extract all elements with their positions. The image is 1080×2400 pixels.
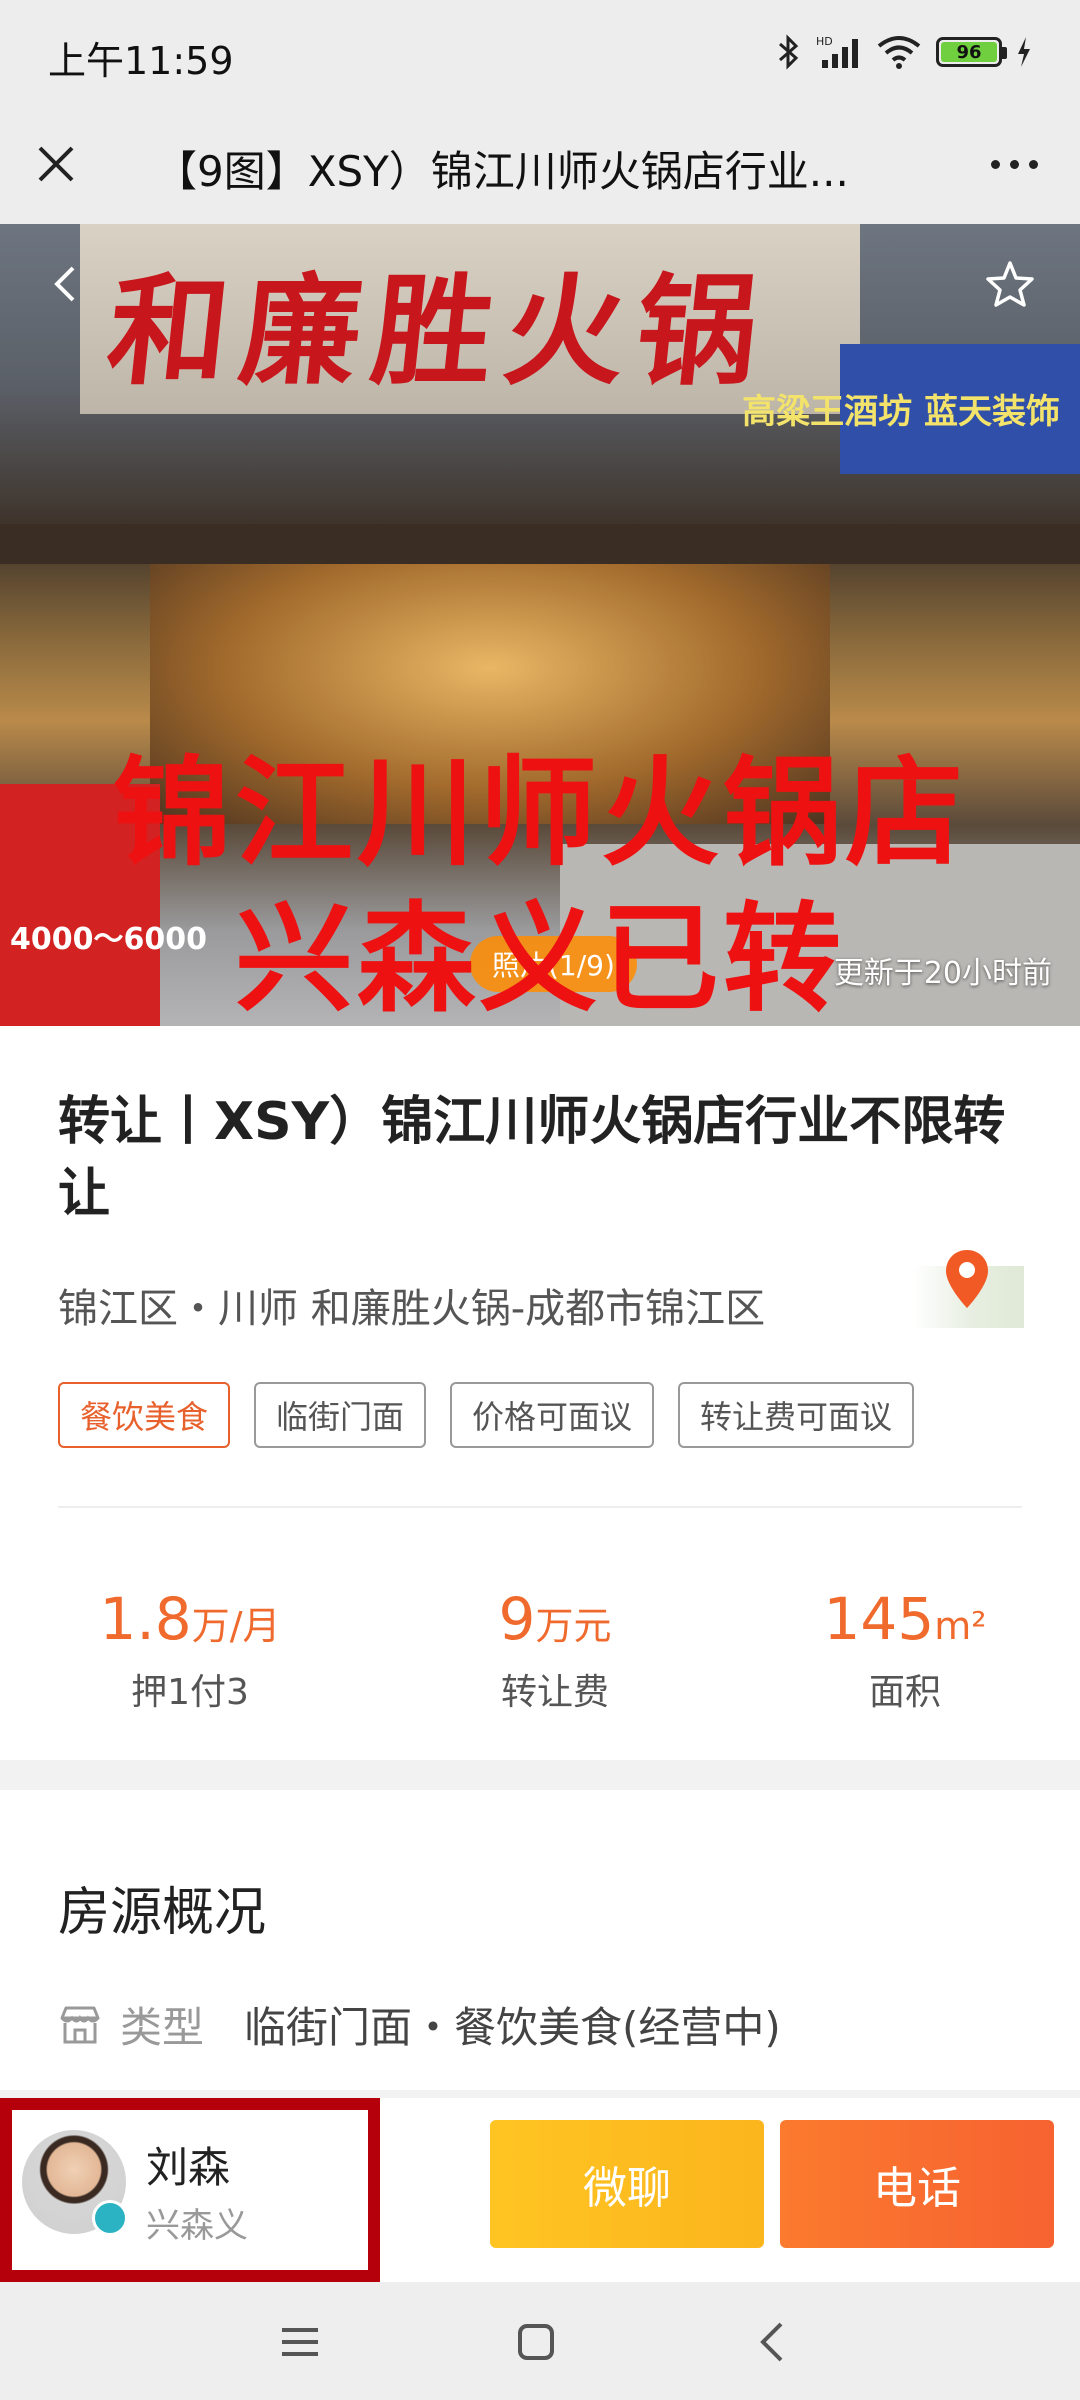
back-nav-button[interactable] (742, 2312, 802, 2372)
close-icon (38, 146, 74, 182)
stat-value: 145m² (730, 1586, 1080, 1659)
update-time: 更新于20小时前 (833, 956, 1052, 991)
type-row: 类型 临街门面・餐饮美食(经营中) (58, 1994, 781, 2055)
charging-icon (1018, 37, 1030, 67)
stat-transfer-fee: 9万元 转让费 (380, 1586, 730, 1715)
call-button[interactable]: 电话 (780, 2120, 1054, 2248)
type-value: 临街门面・餐饮美食(经营中) (244, 2003, 781, 2052)
stat-label: 面积 (868, 1672, 941, 1713)
favorite-button[interactable] (980, 254, 1040, 314)
tag: 价格可面议 (450, 1382, 655, 1448)
verified-badge-icon (92, 2200, 128, 2236)
signal-icon: HD (816, 35, 858, 68)
agent-card[interactable]: 刘森 兴森义 (0, 2098, 380, 2282)
stat-label: 押1付3 (131, 1672, 249, 1713)
photo-overlay-text: 锦江川师火锅店 (112, 744, 967, 882)
more-dot-icon (990, 159, 1000, 169)
divider (58, 1506, 1022, 1508)
overview-section: 房源概况 类型 临街门面・餐饮美食(经营中) (0, 1790, 1080, 2090)
title-bar: 【9图】XSY）锦江川师火锅店行业... (0, 104, 1080, 224)
status-bar: 上午11:59 HD 96 (0, 0, 1080, 104)
tag-list: 餐饮美食 临街门面 价格可面议 转让费可面议 (58, 1382, 915, 1448)
system-nav-bar (0, 2282, 1080, 2400)
agent-name: 刘森 (146, 2143, 231, 2192)
page-title: 【9图】XSY）锦江川师火锅店行业... (155, 147, 849, 196)
stat-unit: m² (934, 1604, 987, 1648)
chevron-left-icon (54, 266, 75, 302)
back-icon (760, 2322, 783, 2362)
stat-number: 145 (823, 1585, 935, 1653)
bottom-action-bar: 刘森 兴森义 微聊 电话 (0, 2098, 1080, 2282)
store-icon (60, 2006, 100, 2043)
listing-location[interactable]: 锦江区・川师 和廉胜火锅-成都市锦江区 (58, 1276, 765, 1334)
status-icons: HD 96 (776, 30, 1032, 74)
stat-number: 9 (498, 1585, 536, 1653)
listing-summary-card: 转让丨XSY）锦江川师火锅店行业不限转让 锦江区・川师 和廉胜火锅-成都市锦江区… (0, 1026, 1080, 1760)
more-dot-icon (1028, 159, 1038, 169)
section-title: 房源概况 (58, 1883, 267, 1943)
stat-rent: 1.8万/月 押1付3 (0, 1586, 380, 1715)
home-square-icon (518, 2324, 554, 2360)
tag: 餐饮美食 (58, 1382, 231, 1448)
svg-text:HD: HD (816, 35, 833, 48)
neighbor-sign-text: 高粱王酒坊 蓝天装饰 (742, 392, 1060, 432)
stat-value: 1.8万/月 (0, 1586, 380, 1659)
star-icon (986, 261, 1034, 307)
more-dot-icon (1009, 159, 1019, 169)
tag: 转让费可面议 (678, 1382, 915, 1448)
key-stats: 1.8万/月 押1付3 9万元 转让费 145m² 面积 (0, 1586, 1080, 1715)
stat-number: 1.8 (99, 1585, 192, 1653)
close-button[interactable] (26, 134, 86, 194)
agent-company: 兴森义 (146, 2206, 248, 2246)
stat-value: 9万元 (380, 1586, 730, 1659)
more-options-button[interactable] (974, 134, 1054, 194)
stat-label: 转让费 (500, 1672, 609, 1713)
menu-nav-button[interactable] (270, 2312, 330, 2372)
home-nav-button[interactable] (506, 2312, 566, 2372)
battery-level: 96 (941, 42, 997, 63)
status-time: 上午11:59 (48, 39, 234, 83)
bluetooth-icon (779, 34, 799, 70)
awning (0, 524, 1080, 564)
wifi-icon (877, 36, 921, 69)
tag: 临街门面 (254, 1382, 427, 1448)
photo-back-button[interactable] (40, 254, 90, 314)
storefront-sign-text: 和廉胜火锅 (101, 261, 777, 402)
map-thumbnail[interactable] (914, 1250, 1024, 1328)
map-pin-icon (946, 1250, 988, 1308)
stat-area: 145m² 面积 (730, 1586, 1080, 1715)
listing-title: 转让丨XSY）锦江川师火锅店行业不限转让 (58, 1092, 1006, 1224)
stat-unit: 万元 (535, 1604, 612, 1648)
battery-icon: 96 (936, 37, 1007, 67)
chat-button[interactable]: 微聊 (490, 2120, 764, 2248)
menu-icon (282, 2328, 318, 2356)
listing-photo[interactable]: 和廉胜火锅 高粱王酒坊 蓝天装饰 4000～6000 锦江川师火锅店 照片(1/… (0, 224, 1080, 1026)
type-label: 类型 (120, 2003, 205, 2052)
stat-unit: 万/月 (191, 1604, 281, 1648)
